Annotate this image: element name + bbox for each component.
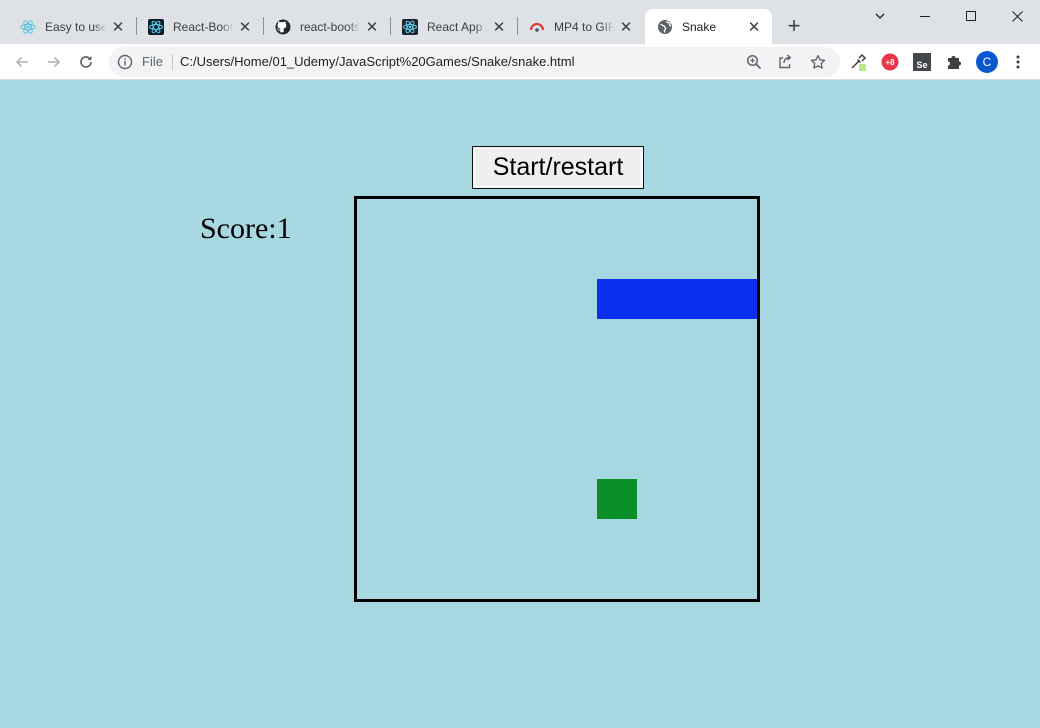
more-vert-icon [1016, 55, 1020, 69]
tab-react-app[interactable]: React App ✕ [390, 9, 517, 44]
close-icon[interactable]: ✕ [237, 19, 253, 36]
score-display: Score:1 [200, 212, 292, 246]
address-bar[interactable]: File C:/Users/Home/01_Udemy/JavaScript%2… [109, 47, 840, 77]
page-content: Start/restart Score:1 [0, 80, 1040, 728]
back-button[interactable] [8, 48, 36, 76]
red-badge-extension[interactable]: +8 [880, 52, 900, 72]
browser-toolbar: File C:/Users/Home/01_Udemy/JavaScript%2… [0, 44, 1040, 80]
close-icon[interactable]: ✕ [110, 19, 126, 36]
maximize-button[interactable] [948, 0, 994, 32]
minimize-icon [919, 15, 930, 17]
tab-title: MP4 to GIF [554, 19, 614, 34]
star-icon [810, 54, 826, 69]
tab-title: react-bootstrap [300, 19, 360, 34]
eyedropper-icon [851, 53, 867, 71]
food-item [597, 479, 637, 519]
close-icon[interactable]: ✕ [618, 19, 634, 36]
tab-mp4-to-gif[interactable]: MP4 to GIF ✕ [517, 9, 644, 44]
maximize-icon [965, 10, 976, 21]
zoom-icon [746, 54, 762, 70]
close-icon [1011, 10, 1023, 22]
reload-icon [80, 56, 92, 68]
share-button[interactable] [775, 52, 795, 72]
tab-title: Easy to use React [45, 19, 106, 34]
snake-segment [717, 279, 757, 319]
menu-button[interactable] [1008, 52, 1028, 72]
react-icon [402, 18, 418, 35]
scheme-label: File [142, 54, 163, 69]
arrow-right-icon [48, 56, 61, 68]
game-board[interactable] [354, 196, 760, 602]
profile-button[interactable]: C [976, 51, 998, 73]
tab-strip: Easy to use React ✕ React-Bootstrap ✕ re… [0, 0, 1040, 44]
react-icon [20, 19, 36, 35]
tab-easy-to-use[interactable]: Easy to use React ✕ [8, 9, 136, 44]
url-text[interactable]: C:/Users/Home/01_Udemy/JavaScript%20Game… [180, 54, 575, 70]
selenium-icon: Se [913, 53, 931, 71]
react-bootstrap-icon [148, 18, 164, 35]
avatar: C [976, 51, 998, 73]
chevron-down-icon [875, 13, 885, 19]
tab-react-bootstrap[interactable]: React-Bootstrap ✕ [136, 9, 263, 44]
new-tab-button[interactable]: + [782, 13, 806, 38]
close-icon[interactable]: ✕ [746, 19, 762, 36]
tab-github[interactable]: react-bootstrap ✕ [263, 9, 390, 44]
snake-segment [597, 279, 637, 319]
score-label: Score: [200, 212, 277, 245]
score-value: 1 [276, 212, 292, 245]
tab-title: React-Bootstrap [173, 19, 233, 34]
zoom-button[interactable] [744, 52, 764, 72]
selenium-extension[interactable]: Se [912, 52, 932, 72]
snake-segment [677, 279, 717, 319]
forward-button[interactable] [40, 48, 68, 76]
divider [172, 54, 173, 70]
globe-icon [657, 19, 673, 35]
close-icon[interactable]: ✕ [364, 19, 380, 36]
extension-badge-text: +8 [885, 57, 895, 67]
tab-search-button[interactable] [857, 0, 903, 32]
bookmark-button[interactable] [808, 52, 828, 72]
close-icon[interactable]: ✕ [491, 19, 507, 36]
converter-icon [529, 19, 545, 35]
eyedropper-extension[interactable] [848, 52, 868, 72]
start-restart-button[interactable]: Start/restart [472, 146, 644, 189]
close-window-button[interactable] [994, 0, 1040, 32]
share-icon [779, 54, 792, 69]
snake-segment [637, 279, 677, 319]
extensions-button[interactable] [944, 52, 964, 72]
reload-button[interactable] [72, 48, 100, 76]
arrow-left-icon [15, 56, 28, 68]
minimize-button[interactable] [902, 0, 948, 32]
tab-title: React App [427, 19, 483, 34]
github-icon [275, 19, 291, 35]
puzzle-icon [948, 56, 961, 69]
tab-snake[interactable]: Snake ✕ [645, 9, 772, 44]
tab-title: Snake [682, 19, 717, 34]
info-icon[interactable] [117, 54, 133, 70]
